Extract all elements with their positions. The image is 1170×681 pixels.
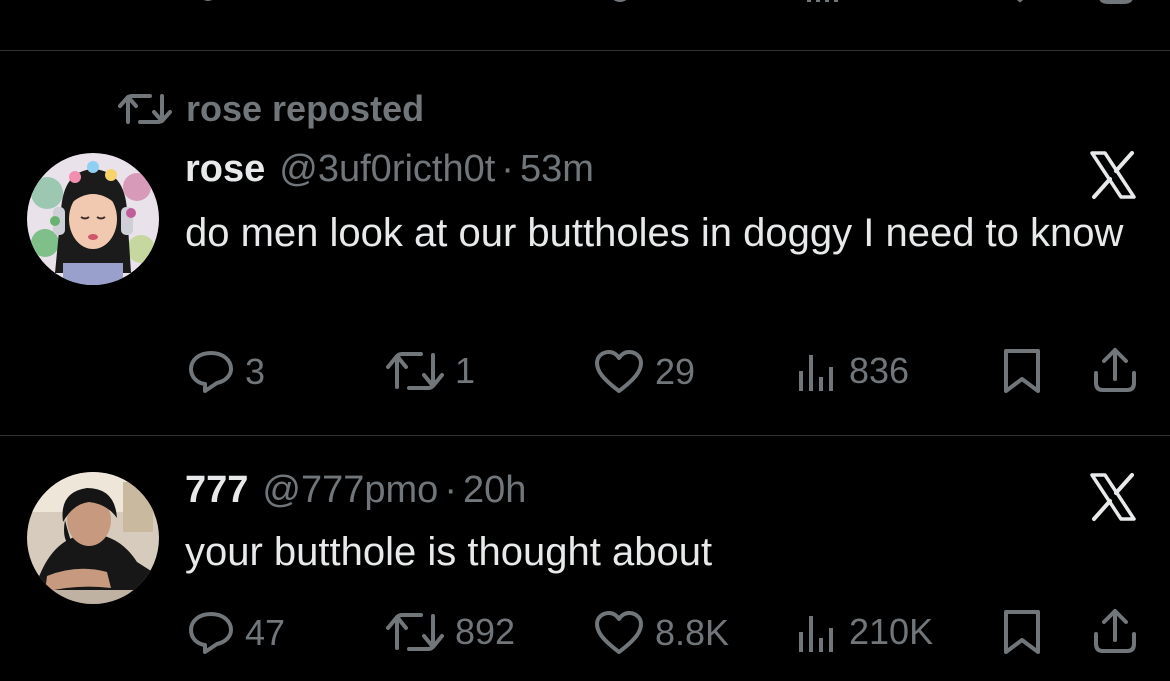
like-button[interactable]: 29 bbox=[593, 349, 695, 395]
tweet[interactable]: 777 @777pmo · 20h your butthole is thoug… bbox=[0, 436, 1170, 681]
user-handle[interactable]: @3uf0ricth0t bbox=[279, 148, 495, 191]
views-icon bbox=[799, 616, 833, 652]
share-icon[interactable] bbox=[1092, 345, 1138, 395]
tweet-text: do men look at our buttholes in doggy I … bbox=[185, 211, 1124, 255]
tweet-header: 777 @777pmo · 20h bbox=[185, 469, 526, 512]
repost-label: rose reposted bbox=[186, 88, 425, 129]
separator: · bbox=[444, 469, 457, 511]
reply-count: 3 bbox=[245, 351, 266, 392]
share-icon[interactable] bbox=[1092, 606, 1138, 656]
reply-icon bbox=[189, 612, 233, 654]
like-icon bbox=[595, 611, 643, 654]
tweet-actions: 47 892 8.8K 210K bbox=[0, 602, 1170, 658]
x-logo-icon[interactable] bbox=[1088, 150, 1138, 200]
reply-count: 47 bbox=[245, 612, 286, 653]
avatar[interactable] bbox=[27, 153, 159, 285]
views-icon bbox=[799, 355, 833, 391]
bookmark-icon[interactable] bbox=[1000, 608, 1044, 656]
repost-button[interactable]: 1 bbox=[385, 349, 475, 393]
reply-icon bbox=[189, 351, 233, 393]
views-count: 210K bbox=[849, 611, 934, 652]
repost-count: 892 bbox=[455, 611, 516, 652]
like-count: 29 bbox=[655, 351, 696, 392]
separator: · bbox=[501, 148, 514, 190]
avatar-image bbox=[27, 153, 159, 285]
repost-count: 1 bbox=[455, 350, 476, 391]
views-count: 836 bbox=[849, 350, 910, 391]
tweet-actions: 3 1 29 836 bbox=[0, 341, 1170, 397]
like-count: 8.8K bbox=[655, 612, 730, 653]
reply-button[interactable]: 3 bbox=[187, 349, 265, 395]
display-name[interactable]: rose bbox=[185, 148, 265, 191]
reply-button[interactable]: 47 bbox=[187, 610, 285, 656]
timestamp[interactable]: 53m bbox=[520, 148, 594, 191]
avatar[interactable] bbox=[27, 472, 159, 604]
tweet-header: rose @3uf0ricth0t · 53m bbox=[185, 148, 594, 191]
timestamp[interactable]: 20h bbox=[463, 469, 526, 512]
repost-context[interactable]: rose reposted bbox=[118, 88, 424, 130]
x-logo-icon[interactable] bbox=[1088, 472, 1138, 522]
repost-icon bbox=[386, 613, 444, 651]
repost-icon bbox=[118, 94, 172, 124]
repost-button[interactable]: 892 bbox=[385, 610, 515, 654]
tweet-text: your butthole is thought about bbox=[185, 530, 713, 574]
like-icon bbox=[595, 350, 643, 393]
repost-icon bbox=[386, 352, 444, 390]
bookmark-icon[interactable] bbox=[1000, 347, 1044, 395]
user-handle[interactable]: @777pmo bbox=[262, 469, 438, 512]
tweet[interactable]: rose reposted rose @3uf0ricth0t · 53m do… bbox=[0, 0, 1170, 435]
avatar-image bbox=[27, 472, 159, 604]
like-button[interactable]: 8.8K bbox=[593, 610, 729, 656]
display-name[interactable]: 777 bbox=[185, 469, 248, 512]
views-button[interactable]: 836 bbox=[795, 349, 909, 393]
views-button[interactable]: 210K bbox=[795, 610, 933, 654]
